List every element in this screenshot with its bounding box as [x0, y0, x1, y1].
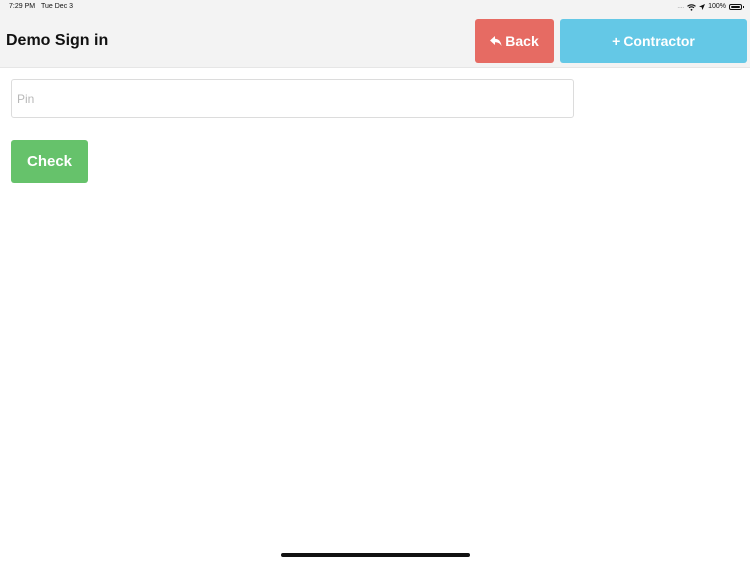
status-indicators: .... 100% — [677, 2, 744, 12]
battery-icon — [729, 4, 744, 10]
location-arrow-icon — [699, 4, 706, 10]
check-button[interactable]: Check — [11, 140, 88, 183]
battery-percent: 100% — [708, 3, 726, 10]
back-button-label: Back — [505, 33, 539, 49]
status-bar: 7:29 PM Tue Dec 3 .... 100% — [0, 0, 750, 14]
wifi-icon — [687, 3, 696, 11]
add-contractor-button[interactable]: + Contractor — [560, 19, 747, 63]
back-button[interactable]: Back — [475, 19, 554, 63]
cellular-signal-icon: .... — [677, 4, 685, 10]
nav-bar: Demo Sign in Back + Contractor — [0, 14, 750, 68]
contractor-button-label: Contractor — [623, 33, 695, 49]
reply-arrow-icon — [490, 35, 502, 46]
check-button-label: Check — [26, 153, 73, 170]
page-title: Demo Sign in — [6, 32, 109, 49]
pin-input[interactable] — [11, 79, 574, 118]
status-date: Tue Dec 3 — [41, 3, 74, 10]
home-indicator[interactable] — [281, 553, 470, 557]
status-time: 7:29 PM — [9, 3, 36, 10]
app-screen: 7:29 PM Tue Dec 3 .... 100% Demo Sign in… — [0, 0, 750, 562]
plus-icon: + — [612, 33, 621, 49]
